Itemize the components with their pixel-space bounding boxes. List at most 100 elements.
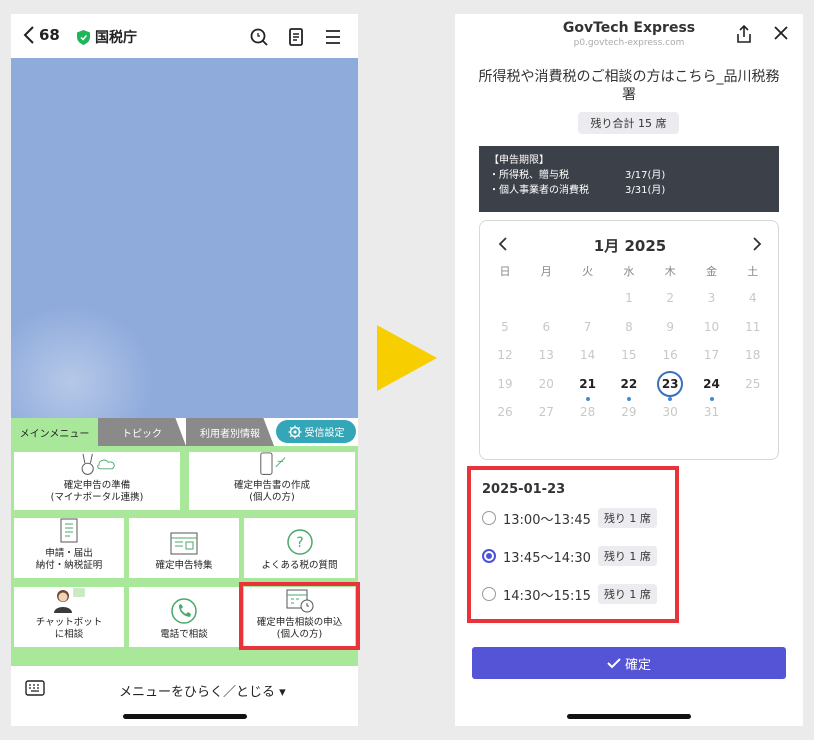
remaining-seats-badge: 残り 1 席 [597,584,657,604]
question-circle-icon: ? [286,529,313,555]
menu-label: 確定申告特集 [155,560,213,572]
share-icon[interactable] [735,24,753,44]
menu-tax-return-prep[interactable]: 確定申告の準備 (マイナポータル連携) [14,452,180,510]
calendar-day: 8 [625,319,633,334]
calendar-day-available[interactable]: 23 [657,370,684,397]
calendar-day: 28 [579,405,596,419]
rabbit-cloud-icon [81,453,115,475]
menu-create-tax-return[interactable]: 確定申告書の作成 (個人の方) [189,452,355,510]
notes-icon[interactable] [286,27,306,47]
close-icon[interactable] [773,25,789,41]
timeslot-option[interactable]: 13:45〜14:30 残り 1 席 [482,546,657,566]
seats-total-badge: 残り合計 15 席 [578,112,679,134]
menu-applications-payments[interactable]: 申請・届出 納付・納税証明 [14,518,124,578]
confirm-label: 確定 [624,657,651,673]
calendar-day: 7 [583,319,592,334]
menu-phone-consult[interactable]: 電話で相談 [129,587,239,647]
svg-text:?: ? [296,535,303,551]
menu-tax-faq[interactable]: ? よくある税の質問 [244,518,355,578]
calendar-day: 20 [538,376,554,391]
hamburger-menu-icon[interactable] [323,27,343,47]
calendar-day-available[interactable]: 24 [697,371,727,397]
keyboard-icon[interactable] [25,680,45,696]
calendar-day: 10 [703,319,720,334]
weekday-label: 土 [747,265,759,278]
weekday-label: 火 [582,265,594,278]
cloud-decoration [11,298,161,418]
weekday-label: 水 [623,265,635,278]
calendar-day: 4 [748,291,757,305]
check-icon [607,658,621,669]
unread-count: 68 [39,26,60,44]
home-indicator [567,714,691,719]
calendar: 1月 2025 日月火水木金土 1 2 3 4 5 6 7 8 9 10 11 12 13 14 15 16 17… [479,220,779,460]
deadline-date: 3/17(月) [625,170,666,181]
timeslot-option[interactable]: 14:30〜15:15 残り 1 席 [482,584,657,604]
chatbot-person-icon [54,588,85,614]
timeslot-panel: 2025-01-23 13:00〜13:45 残り 1 席 13:45〜14:30 残… [467,466,679,623]
highlight-box [239,582,360,650]
timeslot-option[interactable]: 13:00〜13:45 残り 1 席 [482,508,657,528]
back-button[interactable]: 68 [23,26,60,44]
tab-main-menu[interactable]: メインメニュー [11,418,98,446]
menu-label: 申請・届出 納付・納税証明 [35,548,103,572]
deadline-notice: 【申告期限】 ・所得税、贈与税 3/17(月) ・個人事業者の消費税 3/31(月) [479,146,779,212]
notification-settings-label: 受信設定 [304,428,345,439]
calendar-day: 27 [538,405,554,419]
calendar-day: 13 [538,348,554,362]
deadline-row: ・個人事業者の消費税 3/31(月) [489,183,769,198]
account-name[interactable]: 国税庁 [77,27,137,47]
timeslot-time: 14:30〜15:15 [503,588,591,604]
tab-topics[interactable]: トピック [98,418,186,446]
calendar-day: 1 [625,291,633,305]
calendar-day: 5 [501,319,509,334]
document-list-icon [60,518,78,543]
tab-user-info[interactable]: 利用者別情報 [186,418,274,446]
calendar-day-available[interactable]: 22 [614,371,644,397]
search-icon[interactable] [249,27,269,47]
calendar-day: 12 [497,348,513,362]
calendar-day: 30 [662,405,678,419]
phone-circle-icon [171,598,197,624]
calendar-day: 16 [662,348,678,362]
page-heading: 所得税や消費税のご相談の方はこちら_品川税務署 [478,69,780,103]
menu-label: 電話で相談 [160,629,208,641]
chevron-left-icon [23,26,34,44]
calendar-day: 2 [666,291,674,305]
notification-settings-button[interactable]: 受信設定 [276,420,356,443]
transition-arrow-icon [377,325,437,391]
account-label: 国税庁 [95,30,137,46]
weekday-label: 金 [706,265,717,278]
weekday-label: 木 [664,265,676,278]
chat-footer: メニューをひらく／とじる ▾ [11,666,358,726]
deadline-label: ・所得税、贈与税 [489,170,569,181]
gear-icon [288,425,301,438]
calendar-month: 1月 2025 [593,237,667,255]
line-chat-screen: 68 国税庁 メインメニュー トピック 利用者別情報 受信設定 確定申告の準備 … [11,14,360,726]
deadline-label: ・個人事業者の消費税 [489,185,589,196]
chat-background [11,58,358,418]
confirm-button[interactable]: 確定 [472,647,786,679]
timeslot-time: 13:45〜14:30 [503,550,591,566]
radio-unselected[interactable] [482,587,496,601]
radio-selected[interactable] [482,549,496,563]
calendar-day-available[interactable]: 21 [573,371,603,397]
rich-menu-tabs: メインメニュー トピック 利用者別情報 受信設定 [11,418,358,446]
remaining-seats-badge: 残り 1 席 [597,546,657,566]
smartphone-pen-icon [260,452,286,475]
browser-window-icon [170,532,198,555]
calendar-day: 18 [745,348,761,362]
menu-tax-return-feature[interactable]: 確定申告特集 [129,518,239,578]
radio-unselected[interactable] [482,511,496,525]
menu-toggle[interactable]: メニューをひらく／とじる ▾ [119,681,286,700]
chevron-right-icon[interactable] [752,237,762,251]
calendar-day: 25 [745,376,761,391]
timeslot-time: 13:00〜13:45 [503,512,591,528]
slot-date: 2025-01-23 [482,482,566,497]
menu-label: チャットボット に相談 [35,617,103,641]
menu-chatbot[interactable]: チャットボット に相談 [14,587,124,647]
deadline-title: 【申告期限】 [489,155,549,166]
remaining-seats-badge: 残り 1 席 [597,508,657,528]
deadline-date: 3/31(月) [625,185,666,196]
weekday-label: 月 [540,265,552,278]
